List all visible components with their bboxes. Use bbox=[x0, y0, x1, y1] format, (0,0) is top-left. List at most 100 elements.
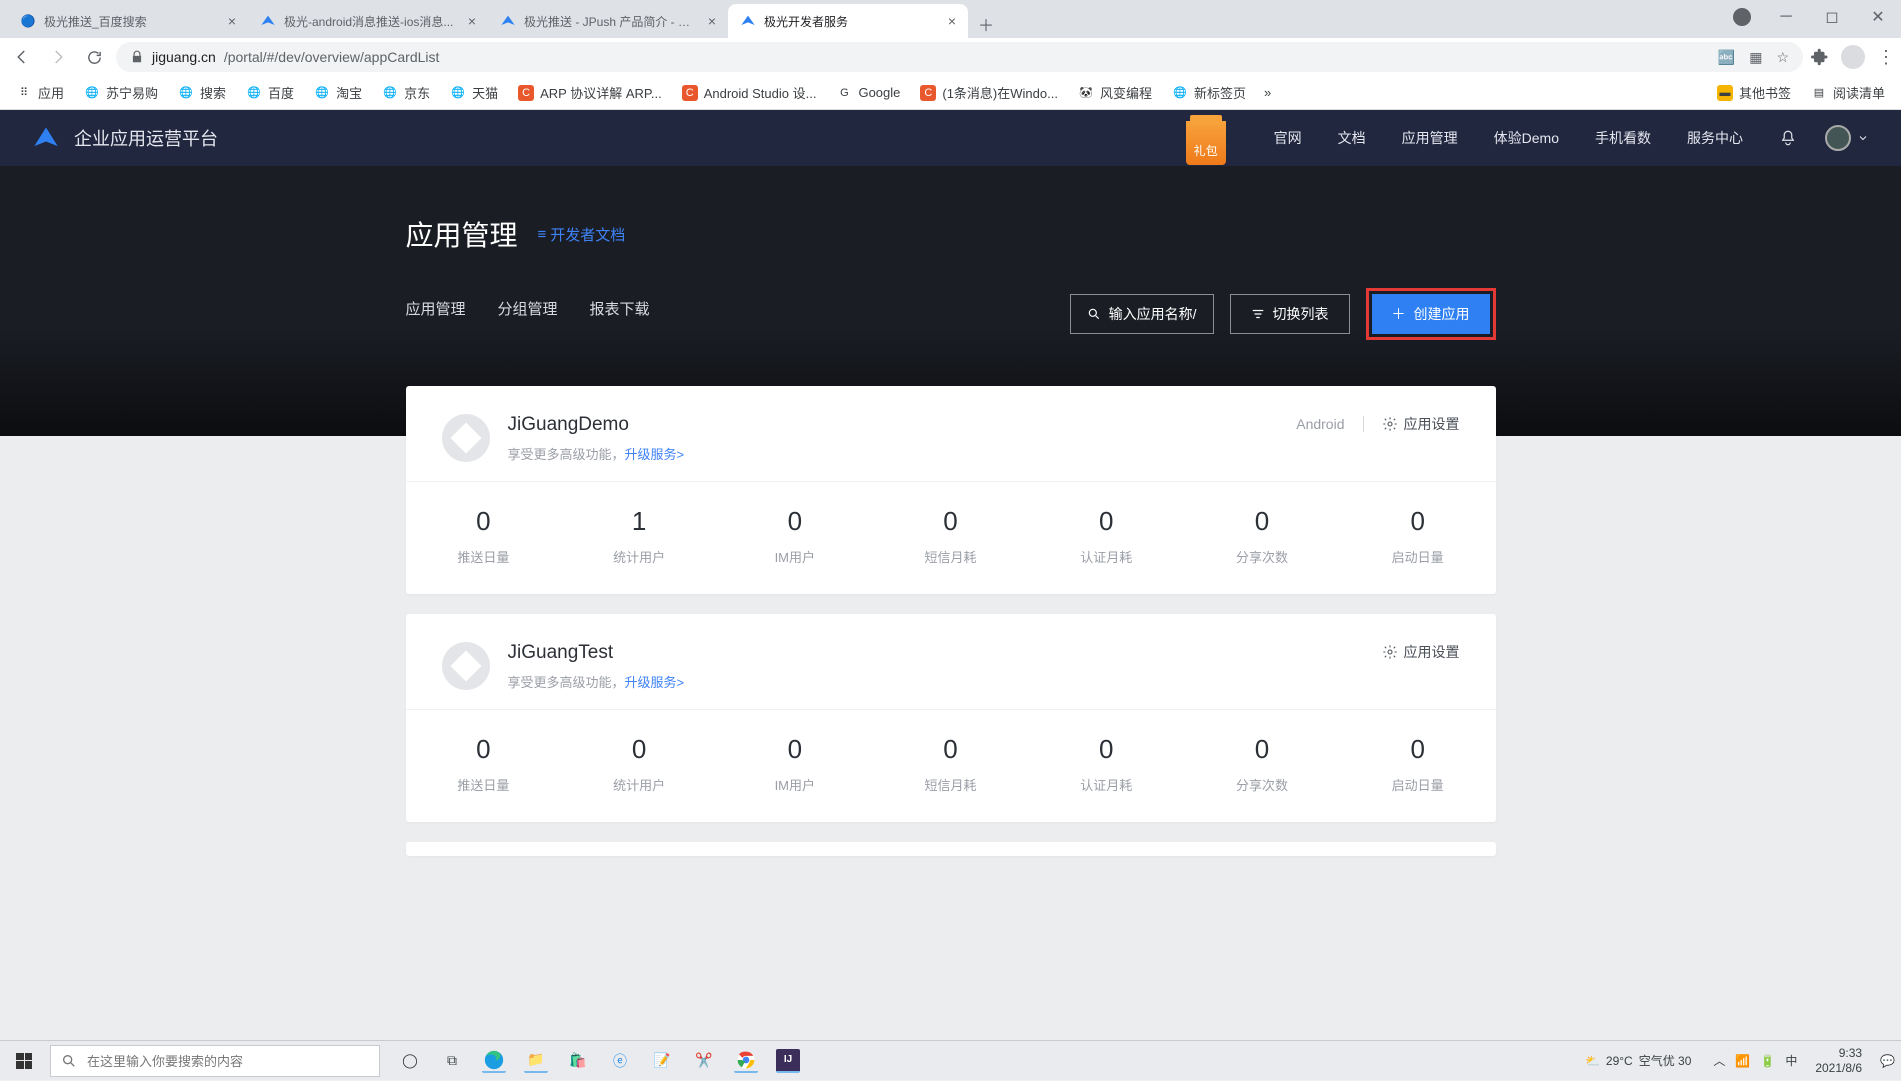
reading-list[interactable]: ▤阅读清单 bbox=[1805, 79, 1891, 106]
lock-icon bbox=[130, 50, 144, 64]
site-title: 企业应用运营平台 bbox=[74, 125, 218, 151]
clock[interactable]: 9:33 2021/8/6 bbox=[1815, 1046, 1862, 1075]
ie-icon[interactable]: ⓔ bbox=[608, 1049, 632, 1073]
tab-2[interactable]: 极光推送 - JPush 产品简介 - 极... × bbox=[488, 4, 728, 38]
maximize-button[interactable]: ◻ bbox=[1809, 0, 1855, 34]
close-icon[interactable]: × bbox=[228, 13, 236, 29]
sub-tab-reports[interactable]: 报表下载 bbox=[590, 298, 650, 323]
bookmark-item[interactable]: 🌐京东 bbox=[376, 79, 436, 106]
globe-icon: 🌐 bbox=[1172, 85, 1188, 101]
extensions-icon[interactable] bbox=[1811, 48, 1829, 66]
edge-icon[interactable] bbox=[482, 1049, 506, 1073]
taskbar-search[interactable]: 在这里输入你要搜索的内容 bbox=[50, 1045, 380, 1077]
bookmarks-overflow-icon[interactable]: » bbox=[1264, 85, 1271, 100]
bookmark-item[interactable]: 🌐淘宝 bbox=[308, 79, 368, 106]
sub-tab-groups[interactable]: 分组管理 bbox=[498, 298, 558, 323]
battery-icon[interactable]: 🔋 bbox=[1760, 1054, 1775, 1068]
globe-icon: 🌐 bbox=[382, 85, 398, 101]
switch-list-button[interactable]: 切换列表 bbox=[1230, 294, 1350, 334]
cortana-icon[interactable]: ◯ bbox=[398, 1049, 422, 1073]
notepad-icon[interactable]: 📝 bbox=[650, 1049, 674, 1073]
apps-shortcut[interactable]: ⠿应用 bbox=[10, 79, 70, 106]
qr-icon[interactable]: ▦ bbox=[1749, 49, 1762, 66]
new-tab-button[interactable]: ＋ bbox=[972, 10, 1000, 38]
bookmark-item[interactable]: 🌐搜索 bbox=[172, 79, 232, 106]
gift-badge[interactable]: 礼包 bbox=[1186, 121, 1226, 165]
gear-icon bbox=[1382, 416, 1398, 432]
sub-tab-apps[interactable]: 应用管理 bbox=[406, 298, 466, 323]
bookmark-item[interactable]: CARP 协议详解 ARP... bbox=[512, 79, 668, 106]
divider bbox=[1363, 416, 1364, 432]
list-icon: ≡ bbox=[538, 226, 547, 243]
bookmark-item[interactable]: CAndroid Studio 设... bbox=[676, 79, 823, 106]
bookmark-item[interactable]: 🌐百度 bbox=[240, 79, 300, 106]
bookmarks-bar: ⠿应用 🌐苏宁易购 🌐搜索 🌐百度 🌐淘宝 🌐京东 🌐天猫 CARP 协议详解 … bbox=[0, 76, 1901, 110]
toolbar: jiguang.cn/portal/#/dev/overview/appCard… bbox=[0, 38, 1901, 76]
nav-link-docs[interactable]: 文档 bbox=[1338, 128, 1366, 148]
site-navbar: 企业应用运营平台 礼包 官网 文档 应用管理 体验Demo 手机看数 服务中心 bbox=[0, 110, 1901, 166]
close-icon[interactable]: × bbox=[948, 13, 956, 29]
intellij-icon[interactable]: IJ bbox=[776, 1049, 800, 1073]
bookmark-item[interactable]: 🌐新标签页 bbox=[1166, 79, 1252, 106]
dev-docs-link[interactable]: ≡ 开发者文档 bbox=[538, 224, 626, 245]
bookmark-item[interactable]: GGoogle bbox=[830, 81, 906, 105]
bookmark-item[interactable]: 🐼风变编程 bbox=[1072, 79, 1158, 106]
close-icon[interactable]: × bbox=[708, 13, 716, 29]
back-button[interactable] bbox=[8, 43, 36, 71]
create-app-button[interactable]: ＋ 创建应用 bbox=[1372, 294, 1490, 334]
tab-0[interactable]: 🔵 极光推送_百度搜索 × bbox=[8, 4, 248, 38]
nav-link-mobile[interactable]: 手机看数 bbox=[1595, 128, 1651, 148]
favicon-baidu: 🔵 bbox=[20, 13, 36, 29]
chrome-taskbar-icon[interactable] bbox=[734, 1049, 758, 1073]
app-search-input[interactable]: 输入应用名称/ bbox=[1070, 294, 1214, 334]
store-icon[interactable]: 🛍️ bbox=[566, 1049, 590, 1073]
explorer-icon[interactable]: 📁 bbox=[524, 1049, 548, 1073]
minimize-button[interactable]: ─ bbox=[1763, 0, 1809, 34]
nav-link-apps[interactable]: 应用管理 bbox=[1402, 128, 1458, 148]
tab-1[interactable]: 极光-android消息推送-ios消息... × bbox=[248, 4, 488, 38]
panda-icon: 🐼 bbox=[1078, 85, 1094, 101]
plus-icon: ＋ bbox=[1392, 304, 1406, 324]
translate-icon[interactable]: 🔤 bbox=[1718, 49, 1735, 66]
notifications-icon[interactable]: 💬 bbox=[1880, 1054, 1895, 1068]
bell-icon[interactable] bbox=[1779, 129, 1797, 147]
nav-link-demo[interactable]: 体验Demo bbox=[1494, 128, 1559, 148]
stat-cell: 1统计用户 bbox=[561, 506, 717, 566]
task-view-icon[interactable]: ⧉ bbox=[440, 1049, 464, 1073]
profile-avatar[interactable] bbox=[1841, 45, 1865, 69]
close-icon[interactable]: × bbox=[468, 13, 476, 29]
upgrade-link[interactable]: 升级服务> bbox=[625, 675, 685, 690]
weather-widget[interactable]: ⛅ 29°C 空气优 30 bbox=[1585, 1052, 1691, 1069]
tray-overflow-icon[interactable]: ︿ bbox=[1713, 1052, 1725, 1069]
platform-label: Android bbox=[1296, 416, 1344, 432]
app-settings-link[interactable]: 应用设置 bbox=[1382, 414, 1460, 434]
favicon-jiguang bbox=[740, 13, 756, 29]
account-indicator-icon[interactable] bbox=[1733, 8, 1751, 26]
nav-link-service[interactable]: 服务中心 bbox=[1687, 128, 1743, 148]
bookmark-item[interactable]: C(1条消息)在Windo... bbox=[914, 79, 1064, 106]
star-icon[interactable]: ☆ bbox=[1776, 49, 1789, 66]
reload-button[interactable] bbox=[80, 43, 108, 71]
address-bar[interactable]: jiguang.cn/portal/#/dev/overview/appCard… bbox=[116, 42, 1803, 72]
site-logo-icon[interactable] bbox=[32, 124, 60, 152]
stat-cell: 0统计用户 bbox=[561, 734, 717, 794]
close-window-button[interactable]: ✕ bbox=[1855, 0, 1901, 34]
other-bookmarks[interactable]: ▬其他书签 bbox=[1711, 79, 1797, 106]
chevron-down-icon[interactable] bbox=[1857, 132, 1869, 144]
app-name: JiGuangDemo bbox=[508, 414, 1297, 436]
app-subtitle: 享受更多高级功能，升级服务> bbox=[508, 444, 1297, 463]
snip-icon[interactable]: ✂️ bbox=[692, 1049, 716, 1073]
start-button[interactable] bbox=[0, 1041, 48, 1081]
upgrade-link[interactable]: 升级服务> bbox=[625, 447, 685, 462]
tab-3[interactable]: 极光开发者服务 × bbox=[728, 4, 968, 38]
bookmark-item[interactable]: 🌐苏宁易购 bbox=[78, 79, 164, 106]
chrome-menu-icon[interactable]: ⋮ bbox=[1877, 47, 1893, 68]
forward-button[interactable] bbox=[44, 43, 72, 71]
bookmark-item[interactable]: 🌐天猫 bbox=[444, 79, 504, 106]
ime-icon[interactable]: 中 bbox=[1785, 1052, 1797, 1069]
wifi-icon[interactable]: 📶 bbox=[1735, 1054, 1750, 1068]
app-settings-link[interactable]: 应用设置 bbox=[1382, 642, 1460, 662]
user-avatar[interactable] bbox=[1825, 125, 1851, 151]
nav-link-home[interactable]: 官网 bbox=[1274, 128, 1302, 148]
app-subtitle: 享受更多高级功能，升级服务> bbox=[508, 672, 1382, 691]
